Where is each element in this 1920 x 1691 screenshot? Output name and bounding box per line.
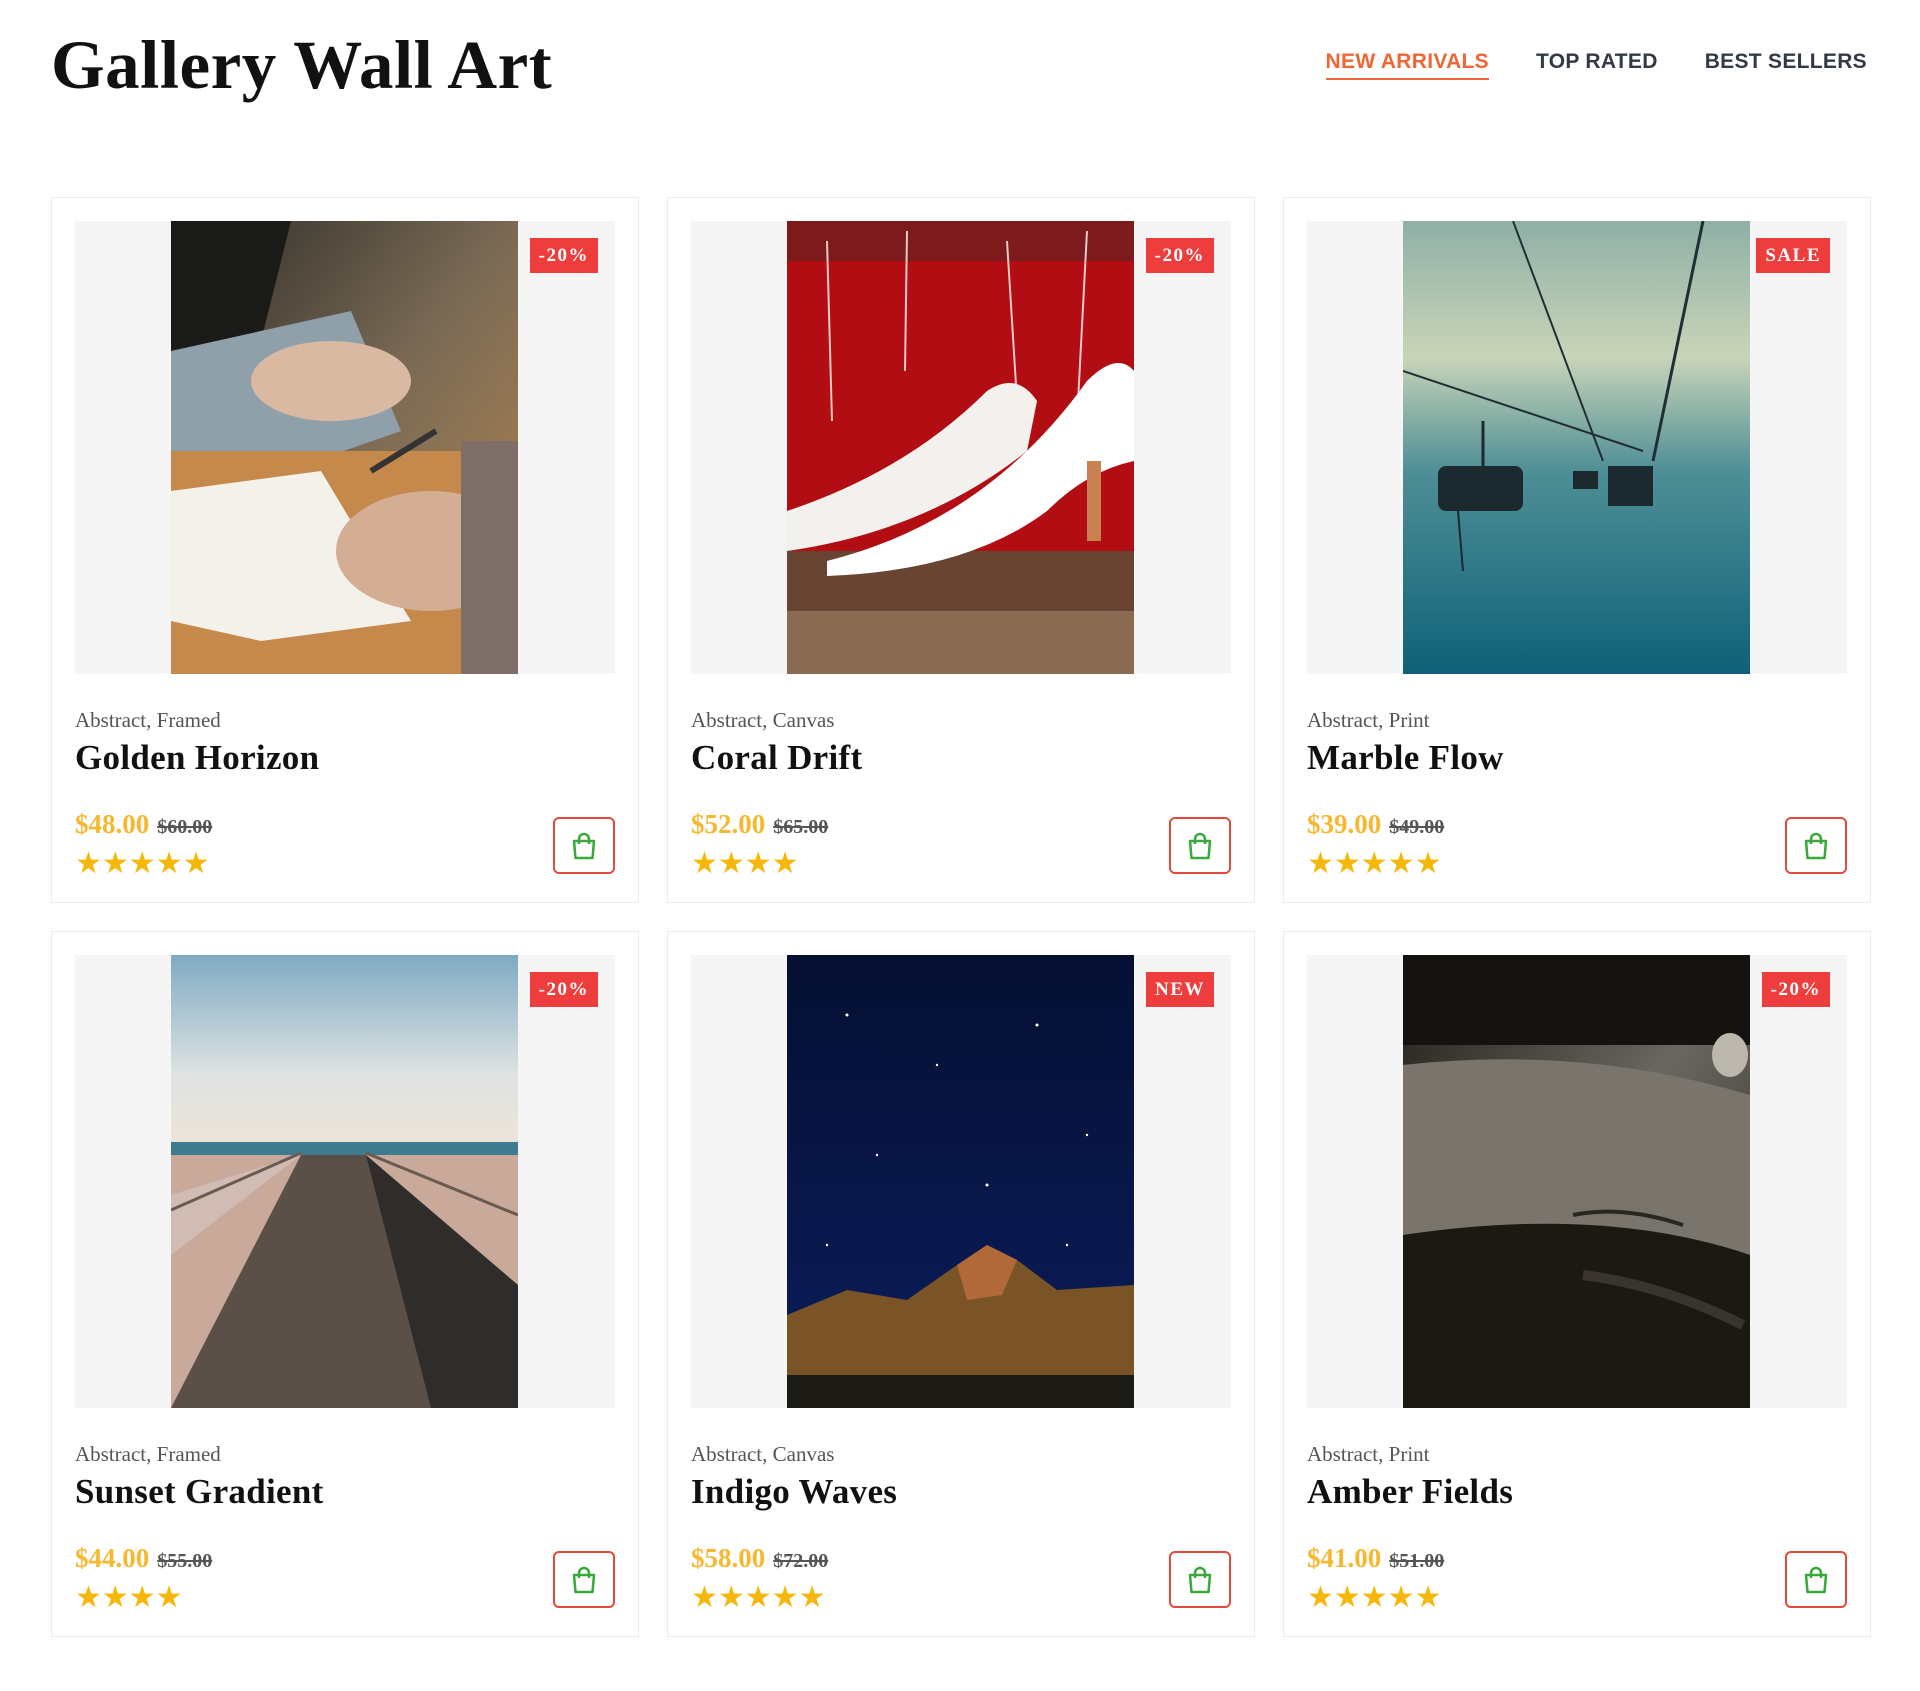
star-rating: ★★★★: [691, 846, 799, 881]
product-image[interactable]: [171, 221, 518, 674]
product-image-frame[interactable]: SALE: [1307, 221, 1847, 674]
page-title: Gallery Wall Art: [51, 27, 553, 103]
product-tabs: NEW ARRIVALS TOP RATED BEST SELLERS: [1325, 50, 1867, 80]
product-image-frame[interactable]: -20%: [75, 221, 615, 674]
product-card: SALE Abstract, Print Marble Flow $39.00 …: [1283, 197, 1871, 903]
product-card: -20% Abstract, Print Amber Fields $41.00…: [1283, 931, 1871, 1637]
price-group: $58.00 $72.00: [691, 1543, 828, 1574]
shopping-bag-icon: [1188, 832, 1212, 859]
tab-new-arrivals[interactable]: NEW ARRIVALS: [1325, 50, 1489, 80]
product-name[interactable]: Indigo Waves: [691, 1472, 897, 1512]
product-name[interactable]: Golden Horizon: [75, 738, 319, 778]
product-image-frame[interactable]: NEW: [691, 955, 1231, 1408]
add-to-cart-button[interactable]: [1169, 1551, 1231, 1608]
add-to-cart-button[interactable]: [1169, 817, 1231, 874]
sale-price: $44.00: [75, 1543, 150, 1573]
shopping-bag-icon: [1804, 832, 1828, 859]
product-card: NEW Abstract, Canvas Indigo Waves $58.00…: [667, 931, 1255, 1637]
product-name[interactable]: Amber Fields: [1307, 1472, 1513, 1512]
add-to-cart-button[interactable]: [553, 1551, 615, 1608]
discount-badge: -20%: [1145, 238, 1214, 273]
shopping-bag-icon: [1188, 1566, 1212, 1593]
tab-top-rated[interactable]: TOP RATED: [1536, 50, 1658, 80]
product-name[interactable]: Coral Drift: [691, 738, 862, 778]
star-rating: ★★★★★: [1307, 1580, 1442, 1615]
star-rating: ★★★★★: [691, 1580, 826, 1615]
product-category[interactable]: Abstract, Print: [1307, 708, 1429, 733]
product-grid: -20% Abstract, Framed Golden Horizon $48…: [51, 197, 1871, 1637]
price-group: $39.00 $49.00: [1307, 809, 1444, 840]
original-price: $60.00: [157, 816, 213, 838]
product-image[interactable]: [171, 955, 518, 1408]
product-image-frame[interactable]: -20%: [75, 955, 615, 1408]
add-to-cart-button[interactable]: [1785, 1551, 1847, 1608]
original-price: $55.00: [157, 1550, 213, 1572]
sale-price: $39.00: [1307, 809, 1382, 839]
star-rating: ★★★★★: [75, 846, 210, 881]
sale-price: $48.00: [75, 809, 150, 839]
product-category[interactable]: Abstract, Print: [1307, 1442, 1429, 1467]
sale-price: $58.00: [691, 1543, 766, 1573]
tab-best-sellers[interactable]: BEST SELLERS: [1705, 50, 1867, 80]
star-rating: ★★★★: [75, 1580, 183, 1615]
product-name[interactable]: Marble Flow: [1307, 738, 1504, 778]
sale-price: $41.00: [1307, 1543, 1382, 1573]
original-price: $51.00: [1389, 1550, 1445, 1572]
product-image[interactable]: [1403, 221, 1750, 674]
price-group: $48.00 $60.00: [75, 809, 212, 840]
new-badge: NEW: [1146, 972, 1214, 1007]
discount-badge: -20%: [529, 972, 598, 1007]
product-image-frame[interactable]: -20%: [1307, 955, 1847, 1408]
discount-badge: -20%: [529, 238, 598, 273]
product-name[interactable]: Sunset Gradient: [75, 1472, 324, 1512]
price-group: $52.00 $65.00: [691, 809, 828, 840]
original-price: $72.00: [773, 1550, 829, 1572]
sale-price: $52.00: [691, 809, 766, 839]
original-price: $49.00: [1389, 816, 1445, 838]
add-to-cart-button[interactable]: [553, 817, 615, 874]
product-category[interactable]: Abstract, Framed: [75, 708, 221, 733]
price-group: $44.00 $55.00: [75, 1543, 212, 1574]
shopping-bag-icon: [572, 1566, 596, 1593]
product-image[interactable]: [787, 221, 1134, 674]
original-price: $65.00: [773, 816, 829, 838]
product-image[interactable]: [1403, 955, 1750, 1408]
site-header: Gallery Wall Art NEW ARRIVALS TOP RATED …: [51, 0, 1867, 140]
product-image[interactable]: [787, 955, 1134, 1408]
discount-badge: -20%: [1761, 972, 1830, 1007]
product-card: -20% Abstract, Canvas Coral Drift $52.00…: [667, 197, 1255, 903]
product-card: -20% Abstract, Framed Golden Horizon $48…: [51, 197, 639, 903]
add-to-cart-button[interactable]: [1785, 817, 1847, 874]
star-rating: ★★★★★: [1307, 846, 1442, 881]
product-category[interactable]: Abstract, Framed: [75, 1442, 221, 1467]
product-category[interactable]: Abstract, Canvas: [691, 708, 834, 733]
shopping-bag-icon: [1804, 1566, 1828, 1593]
shopping-bag-icon: [572, 832, 596, 859]
product-category[interactable]: Abstract, Canvas: [691, 1442, 834, 1467]
product-image-frame[interactable]: -20%: [691, 221, 1231, 674]
product-card: -20% Abstract, Framed Sunset Gradient $4…: [51, 931, 639, 1637]
sale-badge: SALE: [1756, 238, 1830, 273]
price-group: $41.00 $51.00: [1307, 1543, 1444, 1574]
